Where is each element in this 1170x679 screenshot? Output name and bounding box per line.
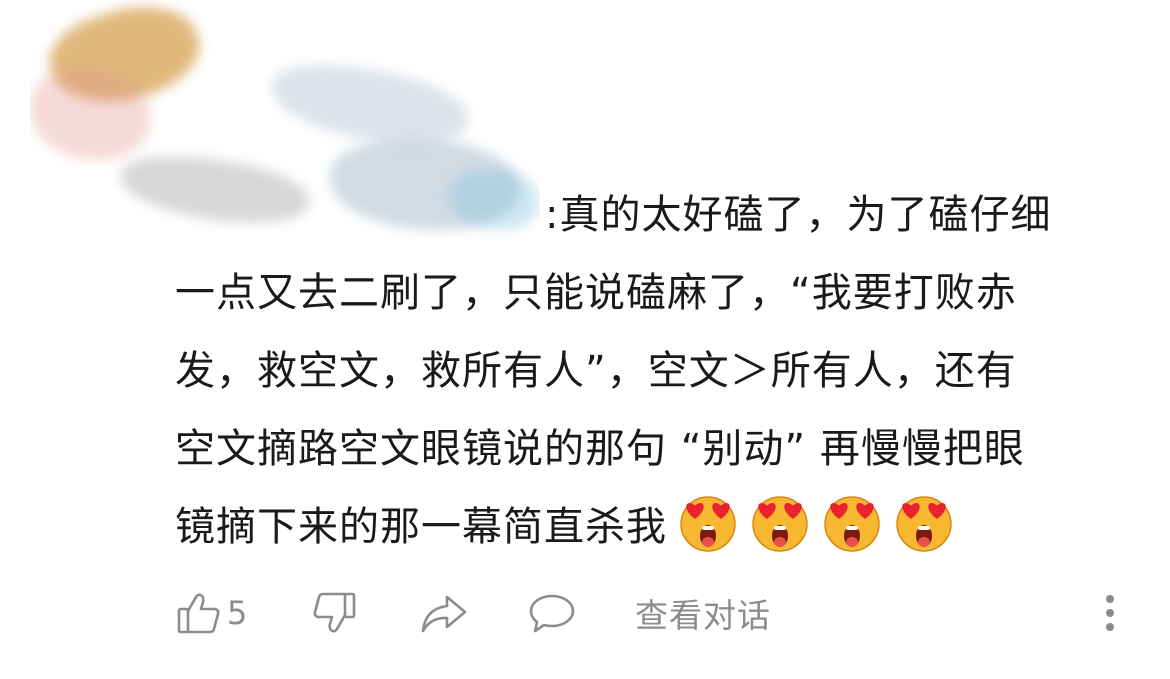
heart-eyes-emoji (749, 492, 811, 554)
comment-text-line-1: :真的太好磕了，为了磕仔细 (545, 192, 1052, 238)
speech-bubble-icon (527, 589, 577, 637)
comment-actions: 5 查看对话 (175, 585, 1135, 641)
comment-text: :真的太好磕了，为了磕仔细 一点又去二刷了，只能说磕麻了，“我要打败赤 发，救空… (175, 176, 1125, 566)
comment-line-4: 空文摘路空文眼镜说的那句 “别动” 再慢慢把眼 (175, 426, 1025, 472)
dislike-button[interactable] (310, 585, 358, 641)
thumbs-down-icon (310, 589, 358, 637)
comment-line-5: 镜摘下来的那一幕简直杀我 (175, 488, 1125, 566)
comment-text-line-5: 镜摘下来的那一幕简直杀我 (175, 504, 667, 550)
share-button[interactable] (419, 585, 469, 641)
comment-card: :真的太好磕了，为了磕仔细 一点又去二刷了，只能说磕麻了，“我要打败赤 发，救空… (0, 0, 1170, 679)
like-button[interactable]: 5 (175, 585, 247, 641)
comment-line-1: :真的太好磕了，为了磕仔细 (175, 176, 1125, 254)
comment-line-3: 发，救空文，救所有人”，空文＞所有人，还有 (175, 348, 1017, 394)
emoji-row (667, 496, 955, 552)
comment-line-2: 一点又去二刷了，只能说磕麻了，“我要打败赤 (175, 270, 1017, 316)
heart-eyes-emoji (893, 492, 955, 554)
vertical-ellipsis-icon (1100, 589, 1120, 637)
share-arrow-icon (419, 589, 469, 637)
view-conversation-link[interactable]: 查看对话 (635, 585, 771, 641)
more-options-button[interactable] (1100, 585, 1120, 641)
heart-eyes-emoji (677, 492, 739, 554)
like-count: 5 (227, 594, 248, 632)
thumbs-up-icon (175, 589, 223, 637)
reply-button[interactable] (527, 585, 577, 641)
heart-eyes-emoji (821, 492, 883, 554)
